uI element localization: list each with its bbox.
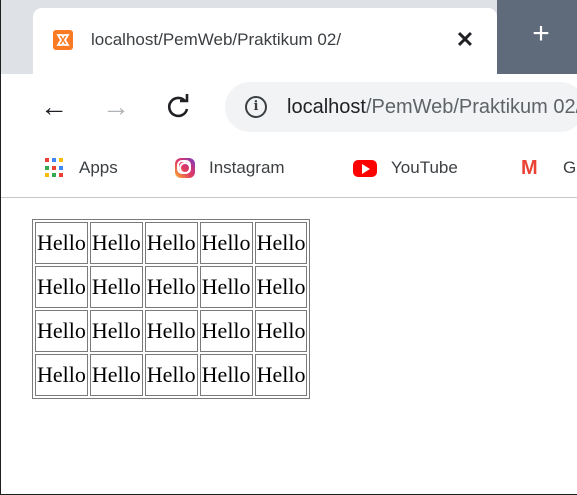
- url-host: localhost: [287, 96, 366, 118]
- table-row: Hello Hello Hello Hello Hello: [35, 266, 308, 308]
- hello-table: Hello Hello Hello Hello Hello Hello Hello Hello…: [32, 219, 311, 399]
- tab-title-fade: [413, 26, 453, 54]
- table-cell: Hello: [89, 266, 143, 308]
- youtube-icon: [353, 160, 377, 177]
- tab-strip: localhost/PemWeb/Praktikum 02/ ✕ +: [1, 0, 577, 74]
- table-row: Hello Hello Hello Hello Hello: [35, 354, 308, 396]
- url-text[interactable]: localhost/PemWeb/Praktikum 02/: [287, 94, 577, 120]
- close-tab-icon[interactable]: ✕: [453, 28, 477, 52]
- table-cell: Hello: [254, 222, 308, 264]
- table-cell: Hello: [144, 310, 198, 352]
- table-cell: Hello: [254, 310, 308, 352]
- table-cell: Hello: [144, 266, 198, 308]
- table-cell: Hello: [89, 310, 143, 352]
- table-cell: Hello: [35, 310, 88, 352]
- table-cell: Hello: [254, 266, 308, 308]
- table-cell: Hello: [144, 222, 198, 264]
- tab-title: localhost/PemWeb/Praktikum 02/: [91, 30, 342, 49]
- bookmark-youtube[interactable]: YouTube: [353, 154, 493, 182]
- browser-window: localhost/PemWeb/Praktikum 02/ ✕ + ← → i…: [0, 0, 577, 495]
- table-row: Hello Hello Hello Hello Hello: [35, 310, 308, 352]
- toolbar: ← → i localhost/PemWeb/Praktikum 02/: [1, 74, 577, 140]
- active-tab[interactable]: localhost/PemWeb/Praktikum 02/ ✕: [33, 8, 497, 74]
- reload-glyph: [167, 94, 189, 118]
- table-cell: Hello: [254, 354, 308, 396]
- page-content: Hello Hello Hello Hello Hello Hello Hello Hello…: [1, 199, 577, 494]
- bookmark-label: Apps: [79, 158, 118, 177]
- site-info-icon[interactable]: i: [245, 96, 267, 118]
- bookmark-label: Gmail: [563, 158, 577, 177]
- bookmark-label: YouTube: [391, 158, 458, 177]
- table-cell: Hello: [199, 266, 253, 308]
- bookmark-apps[interactable]: Apps: [45, 154, 145, 182]
- bookmarks-bar: Apps Instagram YouTube M Gmail: [1, 140, 577, 198]
- gmail-icon: M: [521, 157, 538, 179]
- table-cell: Hello: [89, 222, 143, 264]
- back-arrow-icon[interactable]: ←: [37, 90, 71, 124]
- table-cell: Hello: [199, 354, 253, 396]
- table-cell: Hello: [199, 310, 253, 352]
- table-cell: Hello: [89, 354, 143, 396]
- bookmark-gmail[interactable]: M Gmail: [521, 154, 577, 182]
- url-path: /PemWeb/Praktikum 02/: [365, 96, 577, 118]
- table-cell: Hello: [35, 354, 88, 396]
- table-body: Hello Hello Hello Hello Hello Hello Hello Hello…: [35, 222, 308, 396]
- bookmark-label: Instagram: [209, 158, 285, 177]
- instagram-icon: [175, 158, 195, 178]
- table-cell: Hello: [35, 266, 88, 308]
- table-row: Hello Hello Hello Hello Hello: [35, 222, 308, 264]
- reload-icon[interactable]: [161, 90, 195, 124]
- bookmark-instagram[interactable]: Instagram: [175, 154, 325, 182]
- apps-grid-icon: [45, 158, 65, 178]
- table-cell: Hello: [35, 222, 88, 264]
- table-cell: Hello: [199, 222, 253, 264]
- xampp-icon: [53, 30, 73, 50]
- table-cell: Hello: [144, 354, 198, 396]
- new-tab-button[interactable]: +: [527, 19, 555, 49]
- address-bar[interactable]: i localhost/PemWeb/Praktikum 02/: [225, 82, 577, 132]
- forward-arrow-icon[interactable]: →: [99, 90, 133, 124]
